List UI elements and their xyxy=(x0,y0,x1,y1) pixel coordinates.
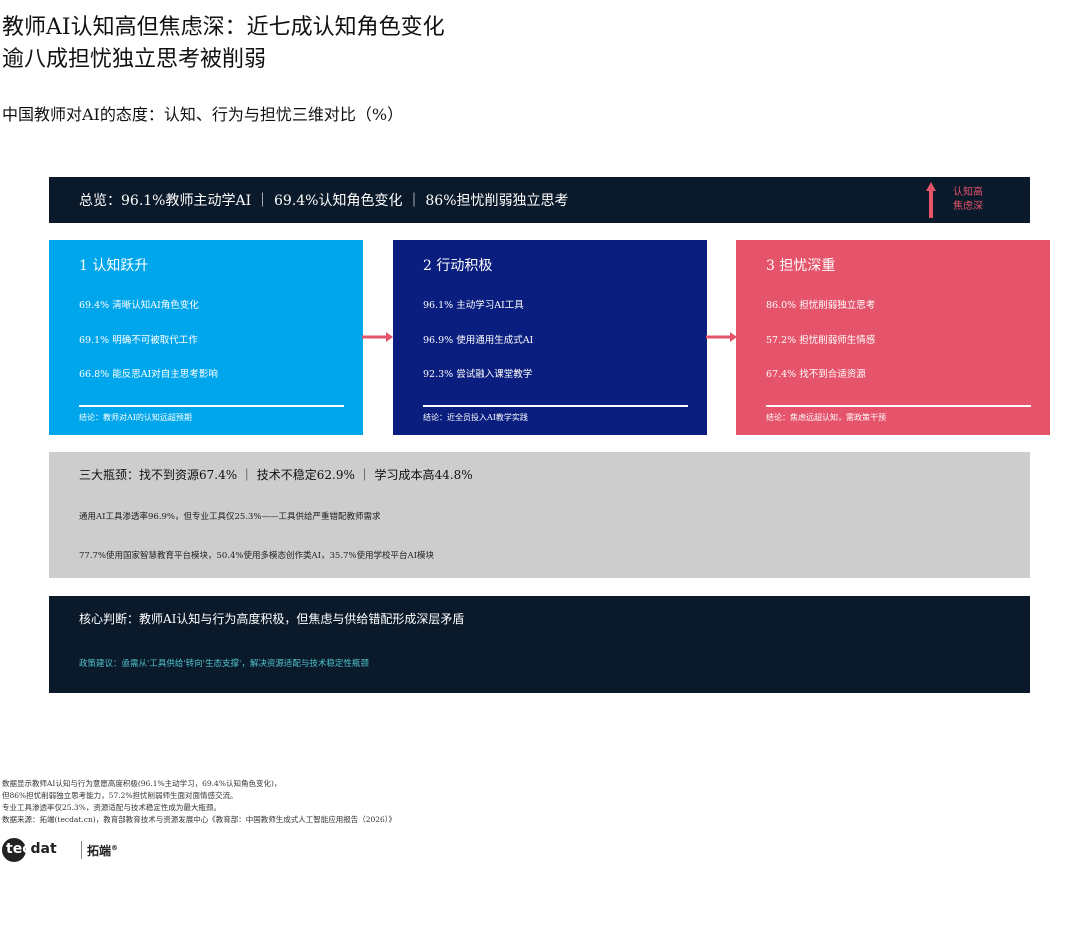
card-item: 69.4% 清晰认知AI角色变化 xyxy=(79,300,199,311)
bottleneck-panel: 三大瓶颈：找不到资源67.4% ｜ 技术不稳定62.9% ｜ 学习成本高44.8… xyxy=(49,452,1030,578)
card-conclusion: 结论：焦虑远超认知，需政策干预 xyxy=(766,413,886,422)
core-judgment-title: 核心判断：教师AI认知与行为高度积极，但焦虑与供给错配形成深层矛盾 xyxy=(79,612,465,626)
policy-suggestion: 政策建议：亟需从'工具供给'转向'生态支撑'，解决资源适配与技术稳定性瓶颈 xyxy=(79,659,369,669)
title-line-1: 教师AI认知高但焦虑深：近七成认知角色变化 xyxy=(2,15,445,40)
up-arrow-icon xyxy=(926,182,936,218)
page-title: 教师AI认知高但焦虑深：近七成认知角色变化 逾八成担忧独立思考被削弱 xyxy=(2,12,445,76)
footnote: 数据显示教师AI认知与行为意愿高度积极(96.1%主动学习，69.4%认知角色变… xyxy=(2,778,396,826)
overview-note-line-2: 焦虑深 xyxy=(953,201,983,212)
overview-note: 认知高 焦虑深 xyxy=(953,186,983,214)
card-item: 96.9% 使用通用生成式AI xyxy=(423,335,534,346)
card-cognition: 1 认知跃升 69.4% 清晰认知AI角色变化 69.1% 明确不可被取代工作 … xyxy=(49,240,363,435)
logo-chinese: 拓端® xyxy=(87,844,119,858)
card-divider xyxy=(423,405,688,407)
card-divider xyxy=(766,405,1031,407)
card-item: 66.8% 能反思AI对自主思考影响 xyxy=(79,369,218,380)
footnote-line: 但86%担忧削弱独立思考能力，57.2%担忧削弱师生面对面情感交流。 xyxy=(2,791,238,800)
card-item: 57.2% 担忧削弱师生情感 xyxy=(766,335,876,346)
card-title: 1 认知跃升 xyxy=(79,258,149,274)
card-item: 67.4% 找不到合适资源 xyxy=(766,369,866,380)
card-item: 96.1% 主动学习AI工具 xyxy=(423,300,524,311)
footnote-line: 数据显示教师AI认知与行为意愿高度积极(96.1%主动学习，69.4%认知角色变… xyxy=(2,779,282,788)
logo-wordmark: tecdat xyxy=(6,841,57,857)
card-title: 2 行动积极 xyxy=(423,258,493,274)
page-subtitle: 中国教师对AI的态度：认知、行为与担忧三维对比（%） xyxy=(2,105,404,124)
logo-divider xyxy=(81,841,82,859)
bottleneck-line: 通用AI工具渗透率96.9%，但专业工具仅25.3%——工具供给严重错配教师需求 xyxy=(79,512,381,522)
bottleneck-line: 77.7%使用国家智慧教育平台模块，50.4%使用多模态创作类AI，35.7%使… xyxy=(79,551,435,561)
card-concern: 3 担忧深重 86.0% 担忧削弱独立思考 57.2% 担忧削弱师生情感 67.… xyxy=(736,240,1050,435)
tecdat-logo: tecdat 拓端® xyxy=(2,838,122,864)
card-conclusion: 结论：近全员投入AI教学实践 xyxy=(423,413,528,422)
footnote-line: 专业工具渗透率仅25.3%，资源适配与技术稳定性成为最大瓶颈。 xyxy=(2,803,221,812)
overview-note-line-1: 认知高 xyxy=(953,187,983,198)
core-judgment-panel: 核心判断：教师AI认知与行为高度积极，但焦虑与供给错配形成深层矛盾 政策建议：亟… xyxy=(49,596,1030,693)
connector-arrow-icon xyxy=(706,332,737,342)
title-line-2: 逾八成担忧独立思考被削弱 xyxy=(2,47,267,72)
card-item: 92.3% 尝试融入课堂教学 xyxy=(423,369,533,380)
card-item: 86.0% 担忧削弱独立思考 xyxy=(766,300,876,311)
connector-arrow-icon xyxy=(362,332,393,342)
footnote-line: 数据来源：拓端(tecdat.cn)，教育部教育技术与资源发展中心《教育部：中国… xyxy=(2,815,397,824)
card-item: 69.1% 明确不可被取代工作 xyxy=(79,335,198,346)
overview-text: 总览：96.1%教师主动学AI ｜ 69.4%认知角色变化 ｜ 86%担忧削弱独… xyxy=(79,193,569,209)
card-action: 2 行动积极 96.1% 主动学习AI工具 96.9% 使用通用生成式AI 92… xyxy=(393,240,707,435)
card-divider xyxy=(79,405,344,407)
bottleneck-title: 三大瓶颈：找不到资源67.4% ｜ 技术不稳定62.9% ｜ 学习成本高44.8… xyxy=(79,468,473,482)
card-conclusion: 结论：教师对AI的认知远超预期 xyxy=(79,413,192,422)
overview-banner: 总览：96.1%教师主动学AI ｜ 69.4%认知角色变化 ｜ 86%担忧削弱独… xyxy=(49,177,1030,223)
card-title: 3 担忧深重 xyxy=(766,258,836,274)
